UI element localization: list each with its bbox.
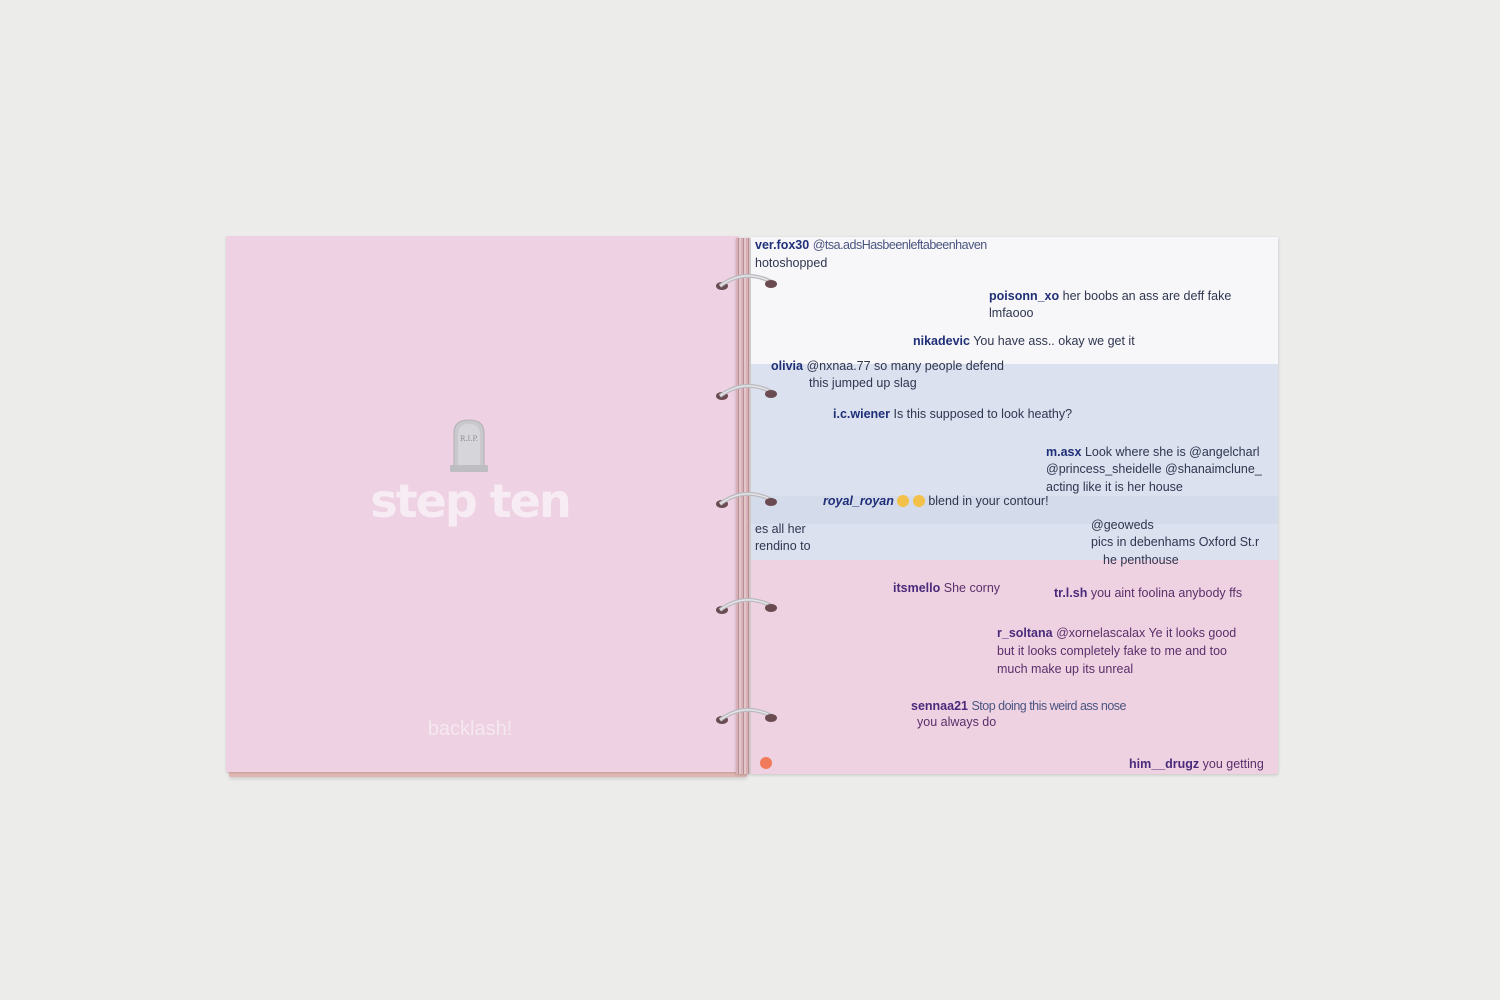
comment-r-soltana: r_soltana @xornelascalax Ye it looks goo… [997,625,1236,642]
comment-text: Is this supposed to look heathy? [893,407,1073,421]
comment-line: hotoshopped [755,256,828,270]
comment-text: You have ass.. okay we get it [973,334,1135,348]
screaming-emoji-icon [912,495,925,507]
comment-user: him__drugz [1129,757,1200,771]
rip-tombstone-icon: R.I.P. [450,419,488,472]
comment-line: lmfaooo [989,306,1034,320]
comment-user: m.asx [1046,445,1082,459]
comment-user: itsmello [893,581,941,595]
comment-text: her boobs an ass are deff fake [1062,289,1232,303]
comment-ver-fox30: ver.fox30 @tsa.adsHasbeenleftabeenhaven [755,237,987,254]
comment-line: he penthouse [1103,553,1179,567]
page-footer: backlash! [427,718,513,740]
comment-line: you always do [917,715,997,729]
comment-user: ver.fox30 [755,238,810,252]
comment-text: @tsa.adsHasbeenleftabeenhaven [812,238,988,252]
comment-text: @xornelascalax Ye it looks good [1056,626,1237,640]
comment-nikadevic: nikadevic You have ass.. okay we get it [913,333,1135,350]
comment-text: you aint foolina anybody ffs [1090,586,1243,600]
tombstone-text: R.I.P. [460,435,478,443]
comment-m-asx: m.asx Look where she is @angelcharl [1046,444,1260,461]
comment-line: @geoweds [1091,518,1154,532]
metal-binder-ring-icon [716,274,777,290]
metal-binder-ring-icon [716,708,777,724]
comment-royal-royan: royal_royan blend in your contour! [823,493,1049,510]
metal-binder-ring-icon [716,492,777,508]
comment-user: r_soltana [997,626,1053,640]
open-book-photo: R.I.P. step ten backlash! ver.fox30 @tsa… [0,0,1500,1000]
comment-sennaa21: sennaa21 Stop doing this weird ass nose [911,698,1127,715]
angry-emoji-icon [760,757,772,769]
comment-user: tr.l.sh [1054,586,1088,600]
comment-text: @nxnaa.77 so many people defend [806,359,1005,373]
comment-ic-wiener: i.c.wiener Is this supposed to look heat… [833,406,1072,423]
comment-user: i.c.wiener [833,407,890,421]
comment-text: Stop doing this weird ass nose [971,699,1127,713]
comment-user: olivia [771,359,803,373]
comment-line: this jumped up slag [809,376,917,390]
comment-line: @princess_sheidelle @shanaimclune_ [1046,462,1262,476]
comment-line: much make up its unreal [997,662,1134,676]
comment-line: rendino to [755,539,811,553]
comment-line: but it looks completely fake to me and t… [997,644,1227,658]
comment-user: nikadevic [913,334,970,348]
comment-text: blend in your contour! [928,494,1049,508]
comment-text: Look where she is @angelcharl [1084,445,1260,459]
comment-line: pics in debenhams Oxford St.r [1091,535,1260,549]
comment-text: She corny [943,581,1001,595]
metal-binder-ring-icon [716,598,777,614]
comment-itsmello: itsmello She corny [893,580,1000,597]
comment-text: you getting [1202,757,1264,771]
scared-emoji-icon [897,495,910,507]
comment-line: acting like it is her house [1046,480,1183,494]
comment-line: es all her [755,522,806,536]
step-title: step ten [370,474,571,528]
comment-him-drugz: him__drugz you getting [1129,756,1264,773]
comment-olivia: olivia @nxnaa.77 so many people defend [771,358,1004,375]
right-page-comment-collage: ver.fox30 @tsa.adsHasbeenleftabeenhaven … [751,237,1278,774]
comment-user: royal_royan [823,494,894,508]
comment-trlsh: tr.l.sh you aint foolina anybody ffs [1054,585,1242,602]
comment-user: poisonn_xo [989,289,1060,303]
comment-poisonn-xo: poisonn_xo her boobs an ass are deff fak… [989,288,1231,305]
comment-user: sennaa21 [911,699,968,713]
metal-binder-ring-icon [716,384,777,400]
